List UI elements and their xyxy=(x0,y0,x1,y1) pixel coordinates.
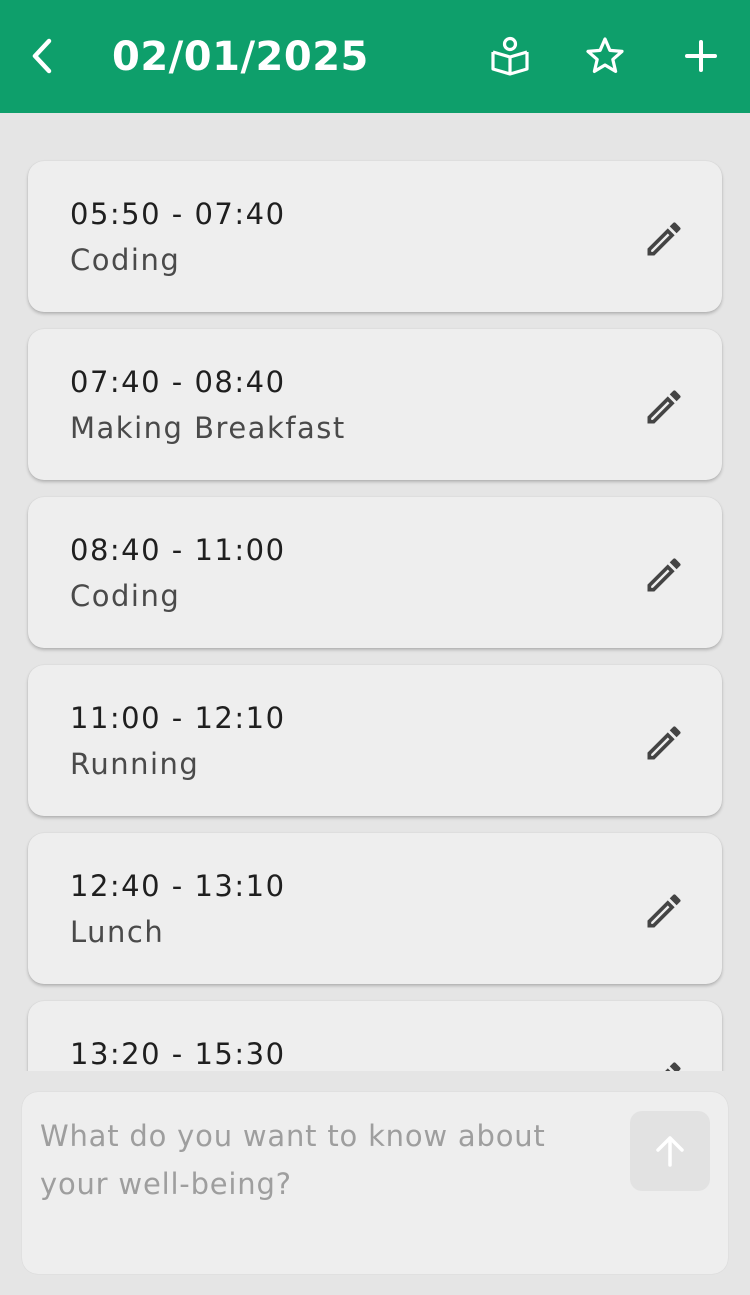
activity-card: 13:20 - 15:30 xyxy=(28,1001,722,1071)
activity-card: 12:40 - 13:10 Lunch xyxy=(28,833,722,984)
activity-time: 11:00 - 12:10 xyxy=(70,701,286,735)
activity-card: 07:40 - 08:40 Making Breakfast xyxy=(28,329,722,480)
activity-time: 05:50 - 07:40 xyxy=(70,197,286,231)
activity-time: 07:40 - 08:40 xyxy=(70,365,286,399)
activity-time: 12:40 - 13:10 xyxy=(70,869,286,903)
chevron-left-icon xyxy=(32,38,52,74)
edit-button[interactable] xyxy=(636,715,692,771)
activity-card: 05:50 - 07:40 Coding xyxy=(28,161,722,312)
activity-name: Running xyxy=(70,747,200,781)
pencil-icon xyxy=(647,222,681,256)
add-entry-button[interactable] xyxy=(673,28,729,84)
pencil-icon xyxy=(647,726,681,760)
send-button[interactable] xyxy=(630,1111,710,1191)
pencil-icon xyxy=(647,894,681,928)
pencil-icon xyxy=(647,558,681,592)
activity-name: Lunch xyxy=(70,915,165,949)
activity-name: Coding xyxy=(70,243,181,277)
pencil-icon xyxy=(665,1062,681,1071)
page-title: 02/01/2025 xyxy=(112,34,369,80)
chat-input[interactable] xyxy=(40,1112,600,1252)
activity-time: 08:40 - 11:00 xyxy=(70,533,286,567)
back-button[interactable] xyxy=(16,28,72,84)
pencil-icon xyxy=(647,390,681,424)
app-root: 02/01/2025 05:50 - 07:40 Coding 07:40 - … xyxy=(0,0,750,1295)
learn-button[interactable] xyxy=(482,28,538,84)
activity-name: Making Breakfast xyxy=(70,411,346,445)
edit-button[interactable] xyxy=(636,1051,692,1071)
arrow-up-icon xyxy=(656,1136,684,1167)
edit-button[interactable] xyxy=(636,211,692,267)
activity-name: Coding xyxy=(70,579,181,613)
edit-button[interactable] xyxy=(636,379,692,435)
edit-button[interactable] xyxy=(636,547,692,603)
favorite-button[interactable] xyxy=(577,28,633,84)
plus-icon xyxy=(685,40,717,72)
book-person-icon xyxy=(491,36,529,76)
activity-list[interactable]: 05:50 - 07:40 Coding 07:40 - 08:40 Makin… xyxy=(0,113,750,1071)
activity-card: 11:00 - 12:10 Running xyxy=(28,665,722,816)
activity-card: 08:40 - 11:00 Coding xyxy=(28,497,722,648)
star-outline-icon xyxy=(586,37,624,73)
activity-time: 13:20 - 15:30 xyxy=(70,1037,286,1071)
edit-button[interactable] xyxy=(636,883,692,939)
chat-composer xyxy=(22,1092,728,1274)
top-app-bar: 02/01/2025 xyxy=(0,0,750,113)
